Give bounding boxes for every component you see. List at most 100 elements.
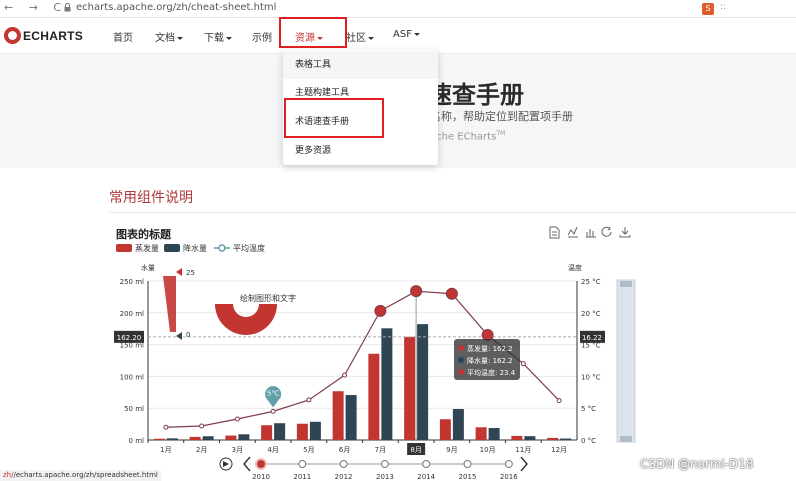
site-header: ECHARTS 首页 文档 下载 示例 资源 社区 ASF — [0, 18, 796, 54]
x-tick-label: 4月 — [267, 446, 278, 454]
datazoom-handle-top[interactable] — [620, 281, 632, 287]
bar-蒸发量-10月[interactable] — [475, 427, 487, 440]
bar-降水量-5月[interactable] — [309, 421, 321, 440]
graphic-text: 绘制图形和文字 — [240, 293, 296, 303]
bar-降水量-12月[interactable] — [560, 438, 572, 440]
legend-label: 降水量 — [183, 243, 207, 253]
chart-title: 图表的标题 — [116, 227, 172, 241]
timeline-point-2015[interactable] — [463, 460, 472, 468]
nav-home[interactable]: 首页 — [113, 29, 133, 44]
data-view-icon[interactable] — [549, 226, 560, 239]
datazoom-slider[interactable] — [616, 279, 636, 443]
legend-label: 平均温度 — [233, 243, 265, 253]
timeline-next-icon[interactable] — [520, 456, 528, 472]
bar-降水量-7月[interactable] — [381, 328, 393, 440]
markpoint-label: 5℃ — [267, 389, 279, 397]
timeline-point-2014[interactable] — [422, 460, 431, 468]
x-tick-label: 6月 — [339, 446, 350, 454]
menu-item-table-tool[interactable]: 表格工具 — [283, 51, 438, 79]
x-tick-label: 12月 — [551, 446, 567, 454]
nav-download[interactable]: 下载 — [204, 29, 232, 44]
timeline-prev-icon[interactable] — [243, 456, 251, 472]
y-right-tick-label: 25 °C — [581, 278, 601, 286]
bar-降水量-11月[interactable] — [524, 436, 536, 440]
line-switch-icon[interactable] — [567, 226, 578, 238]
nav-docs[interactable]: 文档 — [155, 29, 183, 44]
visualmap-handle-top[interactable] — [176, 268, 182, 276]
menu-item-more-resources[interactable]: 更多资源 — [283, 137, 438, 165]
bar-蒸发量-1月[interactable] — [153, 438, 165, 440]
tooltip-row: 平均温度: 23.4 — [467, 368, 516, 377]
restore-icon[interactable] — [601, 226, 612, 237]
bar-降水量-9月[interactable] — [452, 409, 464, 440]
line-point-10月[interactable] — [481, 329, 494, 342]
nav-examples[interactable]: 示例 — [252, 29, 272, 44]
browser-nav-arrows[interactable]: ← → C — [4, 1, 67, 14]
extension-icon[interactable]: S — [702, 3, 714, 15]
bar-降水量-4月[interactable] — [274, 423, 286, 440]
visualmap-handle-bottom[interactable] — [176, 332, 182, 340]
bar-蒸发量-11月[interactable] — [511, 435, 523, 440]
timeline-point-2010[interactable] — [255, 458, 267, 470]
timeline-label: 2010 — [252, 473, 270, 481]
nav-community[interactable]: 社区 — [346, 29, 374, 44]
line-point-5月[interactable] — [306, 397, 312, 403]
timeline-point-2012[interactable] — [339, 460, 348, 468]
legend-swatch[interactable] — [164, 244, 180, 252]
bar-蒸发量-5月[interactable] — [296, 423, 308, 440]
line-point-3月[interactable] — [234, 416, 240, 422]
legend-label: 蒸发量 — [135, 243, 159, 253]
browser-toolbar: ← → C echarts.apache.org/zh/cheat-sheet.… — [0, 0, 796, 18]
logo-mark-icon — [4, 27, 21, 44]
bar-蒸发量-8月[interactable] — [404, 336, 416, 440]
bar-蒸发量-6月[interactable] — [332, 391, 344, 440]
highlight-box-cheat-sheet — [284, 98, 384, 138]
bar-降水量-3月[interactable] — [238, 434, 250, 440]
bar-蒸发量-3月[interactable] — [225, 435, 237, 440]
legend-swatch[interactable] — [116, 244, 132, 252]
visualmap-bar[interactable] — [163, 276, 176, 332]
watermark: CSDN @normi-D18 — [640, 457, 754, 471]
nav-asf[interactable]: ASF — [393, 29, 420, 40]
timeline-label: 2016 — [500, 473, 518, 481]
bar-降水量-10月[interactable] — [488, 428, 500, 440]
bar-蒸发量-7月[interactable] — [368, 353, 380, 440]
line-point-7月[interactable] — [374, 304, 387, 317]
y-axis-left-label: 水量 — [141, 263, 155, 272]
bar-蒸发量-2月[interactable] — [189, 436, 201, 440]
mark-label-left: 162.20 — [117, 334, 142, 342]
bar-蒸发量-4月[interactable] — [261, 425, 273, 440]
line-point-12月[interactable] — [556, 398, 562, 404]
datazoom-handle-bottom[interactable] — [620, 436, 632, 442]
line-point-4月[interactable] — [270, 408, 276, 414]
line-point-2月[interactable] — [199, 423, 205, 429]
address-bar[interactable]: echarts.apache.org/zh/cheat-sheet.html — [76, 2, 276, 13]
timeline-point-2013[interactable] — [380, 460, 389, 468]
bar-蒸发量-9月[interactable] — [439, 419, 451, 440]
y-left-tick-label: 50 ml — [124, 405, 144, 413]
bar-降水量-6月[interactable] — [345, 395, 357, 440]
graphic-ring-shape — [215, 304, 277, 335]
legend-swatch[interactable] — [218, 244, 226, 252]
tooltip-row: 降水量: 162.2 — [467, 356, 513, 365]
tooltip-row: 蒸发量: 162.2 — [467, 344, 513, 353]
page-title: 速查手册 — [428, 81, 524, 109]
save-image-icon[interactable] — [619, 227, 631, 238]
mark-label-right: 16.22 — [582, 334, 602, 342]
line-point-9月[interactable] — [445, 287, 458, 300]
line-point-8月[interactable] — [410, 285, 423, 298]
extension-menu-icon[interactable]: :: — [720, 2, 726, 12]
bar-降水量-8月[interactable] — [417, 324, 429, 440]
timeline-point-2016[interactable] — [504, 460, 513, 468]
echarts-logo[interactable]: ECHARTS — [4, 27, 83, 44]
chevron-down-icon — [368, 36, 374, 40]
line-point-6月[interactable] — [342, 372, 348, 378]
tooltip-marker — [458, 345, 464, 351]
timeline-point-2011[interactable] — [298, 460, 307, 468]
bar-降水量-2月[interactable] — [202, 436, 214, 440]
line-point-1月[interactable] — [163, 424, 169, 430]
line-point-11月[interactable] — [520, 361, 526, 367]
bar-switch-icon[interactable] — [586, 229, 596, 238]
bar-降水量-1月[interactable] — [166, 438, 178, 440]
bar-蒸发量-12月[interactable] — [547, 437, 559, 440]
